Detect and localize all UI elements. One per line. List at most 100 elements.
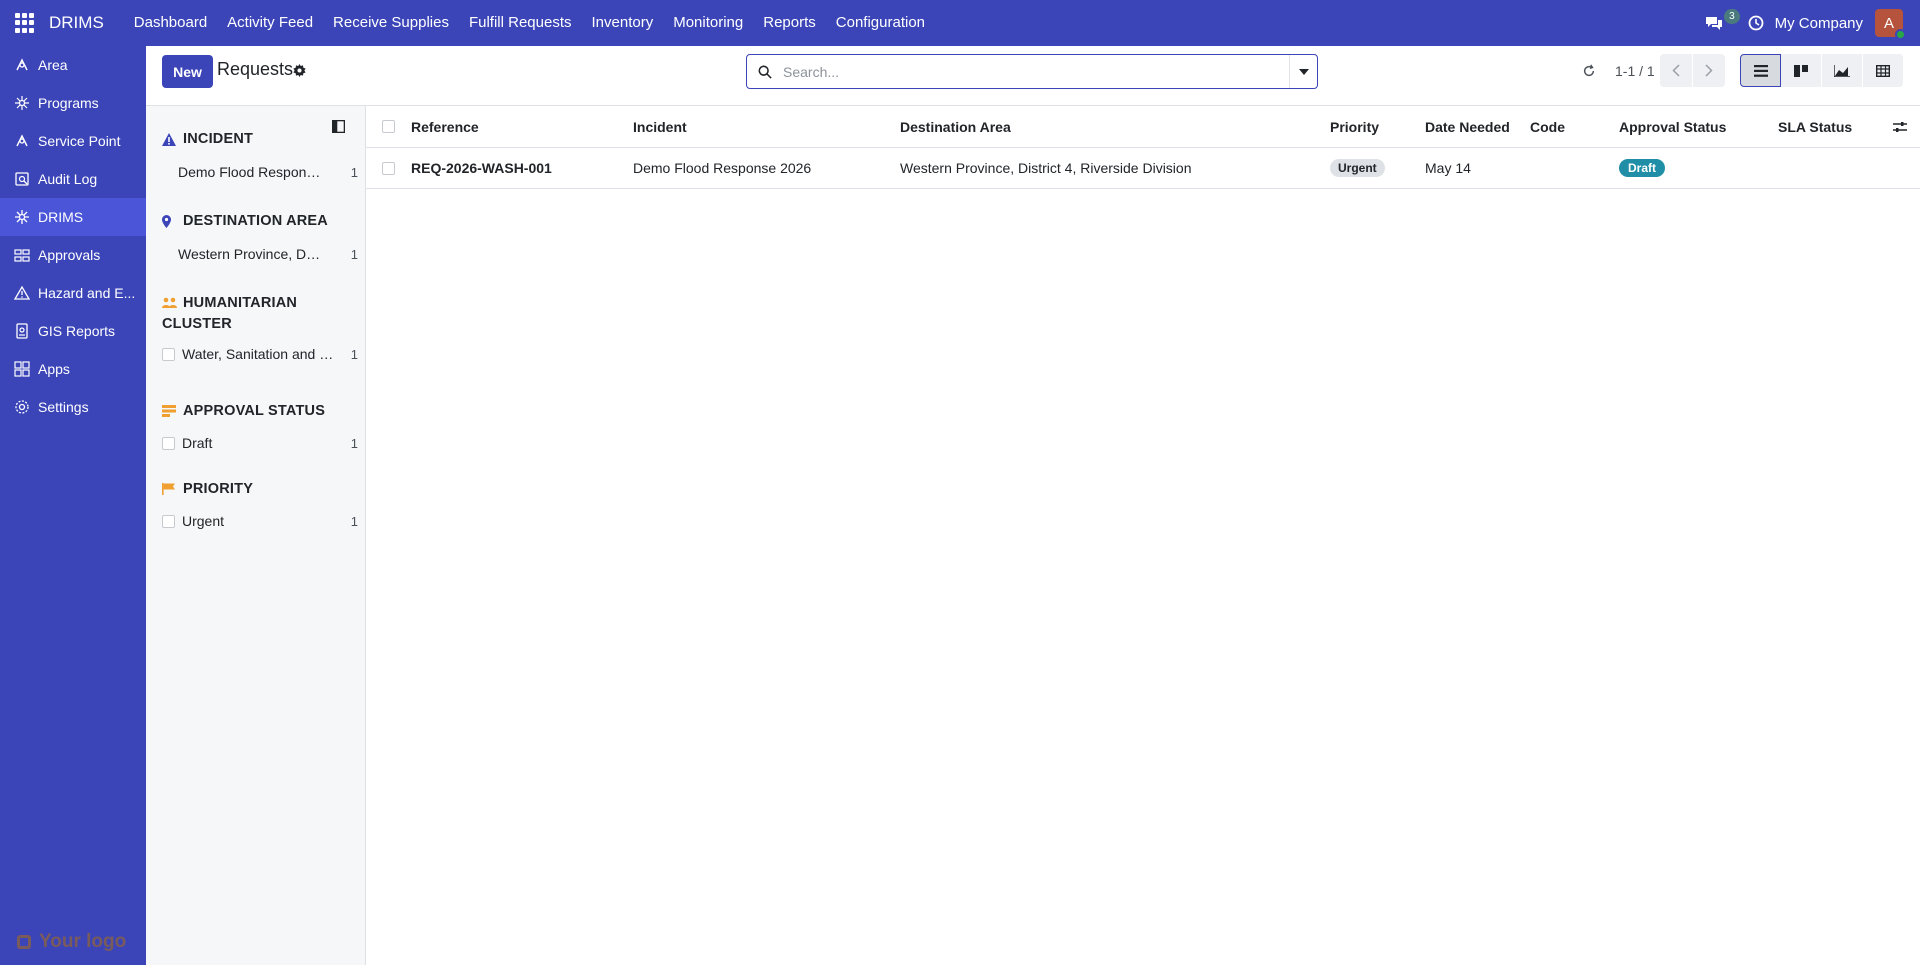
priority-section: PRIORITY Urgent 1 (162, 481, 358, 529)
list-view-button[interactable] (1740, 54, 1781, 87)
sidebar-item-hazard[interactable]: Hazard and E... (0, 274, 146, 312)
column-priority[interactable]: Priority (1330, 106, 1379, 147)
filter-checkbox[interactable] (162, 436, 175, 450)
search-options-toggle[interactable] (1289, 55, 1317, 88)
cell-priority[interactable]: Urgent (1330, 148, 1385, 188)
sidebar-item-apps[interactable]: Apps (0, 350, 146, 388)
cell-date-needed[interactable]: May 14 (1425, 148, 1471, 188)
activity-clock-icon[interactable] (1748, 15, 1764, 31)
hazard-icon (13, 284, 31, 302)
audit-log-icon (13, 170, 31, 188)
menu-dashboard[interactable]: Dashboard (124, 0, 217, 46)
priority-badge: Urgent (1330, 159, 1385, 177)
search-input[interactable] (783, 63, 1289, 80)
menu-inventory[interactable]: Inventory (582, 0, 664, 46)
list-view-icon (1753, 64, 1768, 77)
view-switcher (1740, 54, 1904, 87)
pager-value[interactable]: 1-1 / 1 (1615, 63, 1655, 79)
app-brand[interactable]: DRIMS (49, 13, 104, 33)
column-reference[interactable]: Reference (411, 106, 479, 147)
filter-item[interactable]: Western Province, District 4, Riverside … (162, 246, 358, 262)
cell-incident[interactable]: Demo Flood Response 2026 (633, 148, 811, 188)
column-date-needed[interactable]: Date Needed (1425, 106, 1510, 147)
sidebar-item-approvals[interactable]: Approvals (0, 236, 146, 274)
table-row[interactable]: REQ-2026-WASH-001 Demo Flood Response 20… (366, 148, 1920, 189)
select-all-cell (382, 106, 395, 147)
new-button[interactable]: New (162, 55, 213, 88)
column-incident[interactable]: Incident (633, 106, 687, 147)
user-avatar[interactable]: A (1875, 9, 1906, 40)
chat-button[interactable]: 3 (1700, 9, 1740, 37)
humanitarian-cluster-section: HUMANITARIAN CLUSTER Water, Sanitation a… (162, 295, 358, 362)
filter-item[interactable]: Draft 1 (162, 435, 358, 451)
sidebar-item-audit-log[interactable]: Audit Log (0, 160, 146, 198)
menu-reports[interactable]: Reports (753, 0, 826, 46)
menu-fulfill-requests[interactable]: Fulfill Requests (459, 0, 582, 46)
menu-monitoring[interactable]: Monitoring (663, 0, 753, 46)
approval-status-section: APPROVAL STATUS Draft 1 (162, 403, 358, 451)
sidebar-item-label: Area (38, 57, 68, 73)
service-point-icon (13, 132, 31, 150)
filter-label: Western Province, District 4, Riverside … (178, 246, 322, 262)
filter-checkbox[interactable] (162, 347, 175, 361)
pivot-view-button[interactable] (1863, 54, 1904, 87)
company-switcher[interactable]: My Company (1775, 15, 1863, 32)
sidebar-item-programs[interactable]: Programs (0, 84, 146, 122)
filter-count: 1 (350, 246, 358, 262)
section-title-continued: CLUSTER (162, 316, 232, 332)
row-checkbox[interactable] (382, 161, 395, 175)
kanban-view-button[interactable] (1781, 54, 1822, 87)
section-title: APPROVAL STATUS (183, 403, 326, 419)
menu-receive-supplies[interactable]: Receive Supplies (323, 0, 459, 46)
pager-next-button[interactable] (1693, 54, 1725, 87)
sidebar-item-service-point[interactable]: Service Point (0, 122, 146, 160)
column-destination-area[interactable]: Destination Area (900, 106, 1011, 147)
optional-columns-icon[interactable] (1893, 106, 1907, 147)
approval-status-badge: Draft (1619, 159, 1666, 177)
section-title: PRIORITY (183, 481, 254, 497)
sidebar-item-gis-reports[interactable]: GIS Reports (0, 312, 146, 350)
destination-area-section: DESTINATION AREA Western Province, Distr… (162, 213, 358, 262)
gis-reports-icon (13, 322, 31, 340)
column-sla-status[interactable]: SLA Status (1778, 106, 1852, 147)
graph-view-button[interactable] (1822, 54, 1863, 87)
filter-item[interactable]: Urgent 1 (162, 513, 358, 529)
column-code[interactable]: Code (1530, 106, 1565, 147)
search-icon (747, 65, 783, 79)
caret-down-icon (1298, 68, 1309, 75)
status-bars-icon (162, 405, 176, 421)
page-title: Requests (217, 59, 294, 79)
section-title: HUMANITARIAN (183, 295, 298, 311)
pager-previous-button[interactable] (1660, 54, 1692, 87)
filter-item[interactable]: Water, Sanitation and Hygiene 1 (162, 346, 358, 362)
settings-icon (13, 398, 31, 416)
filter-item[interactable]: Demo Flood Response 2026 1 (162, 164, 358, 180)
refresh-icon[interactable] (1582, 64, 1596, 81)
select-all-checkbox[interactable] (382, 120, 395, 133)
sidebar-item-label: Approvals (38, 247, 101, 263)
apps-icon (13, 360, 31, 378)
filter-count: 1 (350, 346, 358, 362)
cell-approval-status[interactable]: Draft (1619, 148, 1666, 188)
column-approval-status[interactable]: Approval Status (1619, 106, 1726, 147)
app-menu-icon[interactable] (15, 13, 35, 33)
filter-checkbox[interactable] (162, 514, 175, 528)
section-title: INCIDENT (183, 131, 254, 147)
incident-section: INCIDENT Demo Flood Response 2026 1 (162, 131, 358, 180)
cell-reference[interactable]: REQ-2026-WASH-001 (411, 148, 552, 188)
control-panel: New Requests 1-1 / 1 (146, 46, 1920, 106)
cell-destination-area[interactable]: Western Province, District 4, Riverside … (900, 148, 1192, 188)
menu-activity-feed[interactable]: Activity Feed (217, 0, 323, 46)
sidebar-item-area[interactable]: Area (0, 46, 146, 84)
chevron-left-icon (1672, 64, 1680, 77)
sidebar-item-drims[interactable]: DRIMS (0, 198, 146, 236)
filter-count: 1 (350, 513, 358, 529)
filter-label: Demo Flood Response 2026 (178, 164, 322, 180)
sidebar-item-settings[interactable]: Settings (0, 388, 146, 426)
gear-icon[interactable] (293, 64, 306, 80)
sidebar-item-label: GIS Reports (38, 323, 116, 339)
logo-icon (17, 935, 31, 949)
menu-configuration[interactable]: Configuration (826, 0, 935, 46)
sidebar-item-label: Apps (38, 361, 70, 377)
kanban-view-icon (1794, 64, 1808, 77)
